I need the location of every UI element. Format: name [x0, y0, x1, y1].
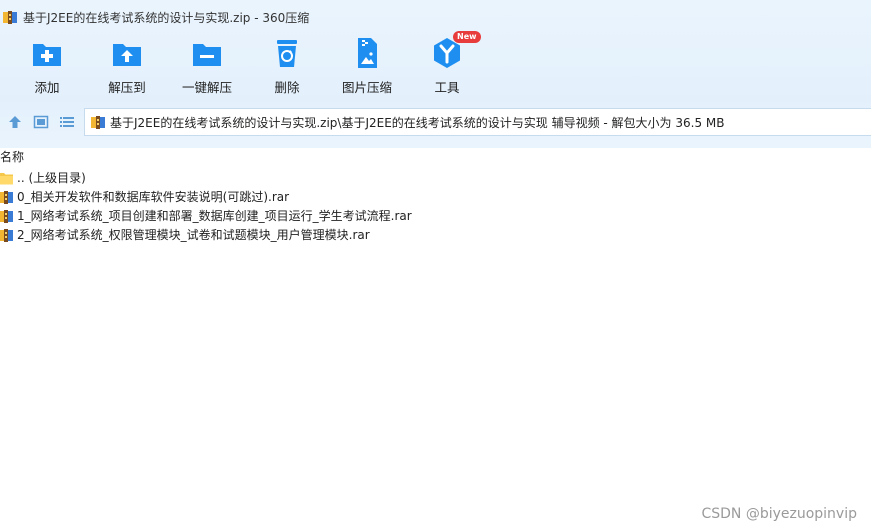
- list-item-parent-folder[interactable]: .. (上级目录): [0, 168, 871, 187]
- one-click-extract-button[interactable]: 一键解压: [167, 36, 247, 100]
- watermark: CSDN @biyezuopinvip: [701, 506, 857, 522]
- toolbar: 添加 解压到 一键解压 删除 图片压缩 New 工具: [0, 31, 871, 100]
- extract-to-icon: [113, 44, 141, 66]
- thumbnail-view-icon[interactable]: [33, 114, 49, 130]
- address-path: 基于J2EE的在线考试系统的设计与实现.zip\基于J2EE的在线考试系统的设计…: [110, 115, 725, 130]
- file-name: 2_网络考试系统_权限管理模块_试卷和试题模块_用户管理模块.rar: [17, 228, 370, 242]
- one-click-extract-icon: [193, 44, 221, 66]
- column-header-name[interactable]: 名称: [0, 148, 24, 164]
- extract-to-label: 解压到: [108, 80, 146, 95]
- image-compress-label: 图片压缩: [341, 80, 392, 95]
- add-button[interactable]: 添加: [7, 36, 87, 100]
- image-compress-icon: [358, 38, 377, 68]
- tools-label: 工具: [434, 80, 460, 95]
- add-file-icon: [33, 44, 61, 66]
- tools-button[interactable]: New 工具: [407, 31, 487, 100]
- list-item[interactable]: 0_相关开发软件和数据库软件安装说明(可跳过).rar: [0, 187, 871, 206]
- list-view-icon[interactable]: [59, 114, 75, 130]
- extract-to-button[interactable]: 解压到: [87, 36, 167, 100]
- new-badge: New: [453, 31, 481, 43]
- rar-archive-icon: [0, 228, 13, 242]
- navigation-bar: 基于J2EE的在线考试系统的设计与实现.zip\基于J2EE的在线考试系统的设计…: [0, 108, 871, 136]
- address-bar[interactable]: 基于J2EE的在线考试系统的设计与实现.zip\基于J2EE的在线考试系统的设计…: [84, 108, 871, 136]
- window-title: 基于J2EE的在线考试系统的设计与实现.zip - 360压缩: [23, 10, 310, 25]
- file-name: 0_相关开发软件和数据库软件安装说明(可跳过).rar: [17, 190, 290, 204]
- archive-icon: [91, 116, 105, 129]
- folder-icon: [0, 172, 13, 184]
- add-label: 添加: [34, 80, 60, 95]
- rar-archive-icon: [0, 209, 13, 223]
- list-item[interactable]: 2_网络考试系统_权限管理模块_试卷和试题模块_用户管理模块.rar: [0, 225, 871, 244]
- delete-button[interactable]: 删除: [247, 36, 327, 100]
- image-compress-button[interactable]: 图片压缩: [327, 36, 407, 100]
- one-click-extract-label: 一键解压: [181, 80, 232, 95]
- title-bar: 基于J2EE的在线考试系统的设计与实现.zip - 360压缩: [0, 6, 871, 28]
- file-name: 1_网络考试系统_项目创建和部署_数据库创建_项目运行_学生考试流程.rar: [17, 209, 412, 223]
- rar-archive-icon: [0, 190, 13, 204]
- archive-icon: [3, 11, 17, 24]
- list-item[interactable]: 1_网络考试系统_项目创建和部署_数据库创建_项目运行_学生考试流程.rar: [0, 206, 871, 225]
- delete-label: 删除: [274, 80, 300, 95]
- file-name: .. (上级目录): [17, 171, 86, 185]
- file-list: .. (上级目录) 0_相关开发软件和数据库软件安装说明(可跳过).rar 1_…: [0, 168, 871, 244]
- up-arrow-icon[interactable]: [7, 114, 23, 130]
- recycle-delete-icon: [277, 40, 297, 67]
